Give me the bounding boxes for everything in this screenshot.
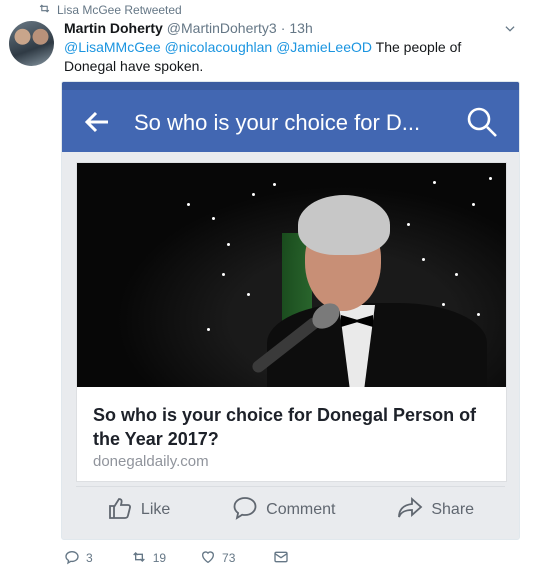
retweet-count: 19 — [152, 551, 167, 565]
facebook-bar-title: So who is your choice for D... — [134, 110, 421, 135]
retweet-icon — [131, 549, 147, 568]
like-icon — [107, 495, 133, 526]
comment-label: Comment — [266, 501, 336, 518]
like-label: Like — [140, 501, 171, 518]
link-domain: donegaldaily.com — [93, 453, 209, 470]
facebook-header-bar: So who is your choice for D... — [62, 82, 519, 152]
reply-count: 3 — [86, 551, 93, 565]
status-bar — [62, 82, 519, 90]
like-count: 73 — [222, 551, 236, 565]
link-headline: So who is your choice for Donegal Person… — [93, 405, 477, 449]
facebook-actions: Like Comment Share — [76, 486, 505, 533]
speaker-photo — [77, 163, 506, 387]
message-icon — [273, 549, 289, 568]
tweet-header: Martin Doherty @MartinDoherty3 · 13h — [64, 20, 313, 38]
share-action: Share — [397, 495, 474, 526]
separator: · — [280, 20, 286, 36]
comment-icon — [232, 495, 258, 526]
like-button[interactable]: 73 — [200, 549, 235, 568]
direct-message-button[interactable] — [273, 549, 289, 568]
facebook-link-post: So who is your choice for Donegal Person… — [76, 162, 507, 482]
chevron-down-icon[interactable] — [503, 22, 517, 36]
retweet-context: Lisa McGee Retweeted — [38, 2, 182, 18]
like-action: Like — [107, 495, 170, 526]
tweet-action-bar: 3 19 73 — [64, 548, 289, 568]
share-label: Share — [431, 501, 475, 518]
reply-button[interactable]: 3 — [64, 549, 93, 568]
timestamp[interactable]: 13h — [289, 20, 312, 36]
retweet-icon — [38, 2, 51, 18]
author-handle[interactable]: @MartinDoherty3 — [167, 20, 277, 36]
comment-action: Comment — [232, 495, 336, 526]
mention-link[interactable]: @nicolacoughlan — [165, 39, 273, 55]
tweet-text: @LisaMMcGee @nicolacoughlan @JamieLeeOD … — [64, 38, 514, 76]
author-name[interactable]: Martin Doherty — [64, 20, 163, 36]
search-icon — [466, 106, 498, 138]
mention-link[interactable]: @LisaMMcGee — [64, 39, 161, 55]
back-arrow-icon — [84, 110, 110, 134]
share-icon — [397, 495, 423, 526]
retweet-context-label[interactable]: Lisa McGee Retweeted — [57, 3, 182, 17]
attached-image[interactable]: So who is your choice for D... So who is… — [61, 81, 520, 540]
mention-link[interactable]: @JamieLeeOD — [276, 39, 372, 55]
reply-icon — [64, 549, 80, 568]
retweet-button[interactable]: 19 — [131, 549, 166, 568]
heart-icon — [200, 549, 216, 568]
avatar[interactable] — [9, 21, 54, 66]
